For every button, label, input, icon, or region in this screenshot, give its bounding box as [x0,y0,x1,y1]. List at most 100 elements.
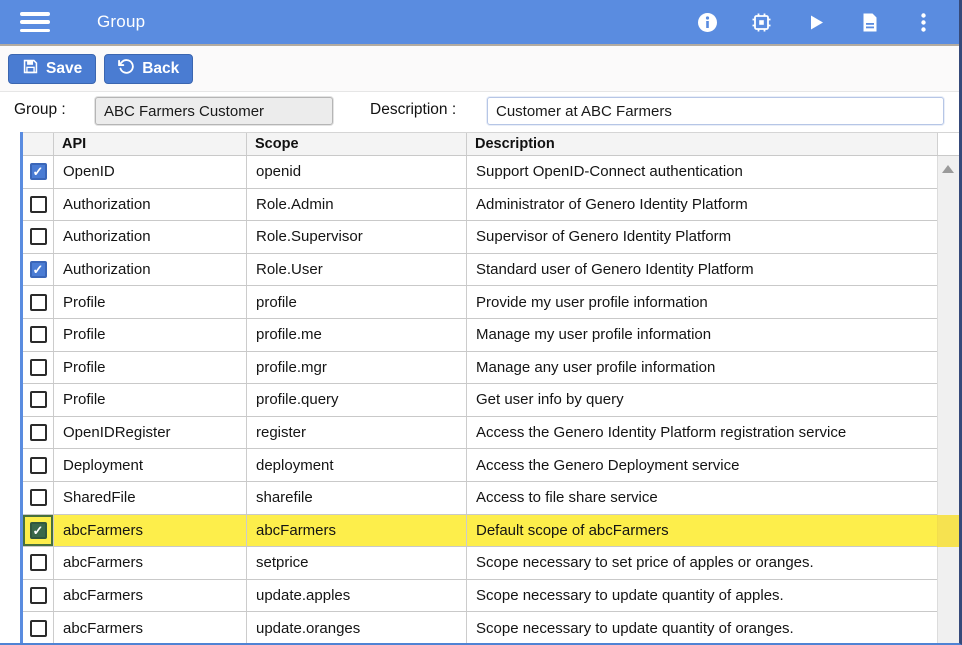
cell-scope: profile [246,286,466,318]
table-row[interactable]: SharedFile sharefile Access to file shar… [23,482,937,515]
checkbox-cell [23,580,53,612]
table-row[interactable]: ✓ abcFarmers abcFarmers Default scope of… [23,515,937,548]
page-title: Group [97,12,145,32]
checkbox-cell [23,482,53,514]
row-checkbox[interactable] [30,457,47,474]
cell-scope: deployment [246,449,466,481]
table-row[interactable]: ✓ OpenID openid Support OpenID-Connect a… [23,156,937,189]
group-input[interactable] [95,97,333,125]
cell-scope: setprice [246,547,466,579]
table-row[interactable]: abcFarmers update.apples Scope necessary… [23,580,937,613]
memory-chip-icon[interactable] [750,11,773,34]
cell-api: Authorization [53,189,246,221]
row-checkbox[interactable] [30,294,47,311]
cell-scope: sharefile [246,482,466,514]
table-row[interactable]: ✓ Authorization Role.User Standard user … [23,254,937,287]
row-checkbox[interactable]: ✓ [30,522,47,539]
cell-api: SharedFile [53,482,246,514]
cell-api: Deployment [53,449,246,481]
table-row[interactable]: Profile profile Provide my user profile … [23,286,937,319]
cell-api: Profile [53,319,246,351]
cell-description: Manage any user profile information [466,352,937,384]
table-row[interactable]: Authorization Role.Admin Administrator o… [23,189,937,222]
checkbox-cell: ✓ [23,254,53,286]
checkbox-cell [23,221,53,253]
menu-icon[interactable] [20,12,50,32]
back-button[interactable]: Back [104,54,193,84]
info-icon[interactable] [696,11,719,34]
column-header-api: API [53,133,246,155]
cell-api: Profile [53,352,246,384]
cell-scope: update.apples [246,580,466,612]
column-header-scope: Scope [246,133,466,155]
cell-description: Support OpenID-Connect authentication [466,156,937,188]
row-checkbox[interactable] [30,391,47,408]
cell-scope: profile.me [246,319,466,351]
document-icon[interactable] [858,11,881,34]
row-checkbox[interactable] [30,489,47,506]
description-field-label: Description : [370,101,456,119]
cell-description: Access the Genero Deployment service [466,449,937,481]
undo-icon [118,58,135,80]
cell-api: Profile [53,286,246,318]
description-input[interactable] [487,97,944,125]
row-checkbox[interactable] [30,228,47,245]
checkbox-cell [23,352,53,384]
checkbox-cell [23,189,53,221]
table-row[interactable]: abcFarmers update.oranges Scope necessar… [23,612,937,643]
cell-scope: Role.Supervisor [246,221,466,253]
checkbox-cell [23,449,53,481]
cell-description: Supervisor of Genero Identity Platform [466,221,937,253]
vertical-scrollbar[interactable] [937,156,959,643]
cell-description: Manage my user profile information [466,319,937,351]
table-row[interactable]: Profile profile.mgr Manage any user prof… [23,352,937,385]
back-button-label: Back [142,60,179,78]
table-row[interactable]: Profile profile.query Get user info by q… [23,384,937,417]
scrollbar-header-cap [937,133,959,155]
toolbar: Save Back [0,46,959,92]
row-checkbox[interactable] [30,424,47,441]
app-bar-actions [696,11,959,34]
cell-api: OpenIDRegister [53,417,246,449]
cell-description: Provide my user profile information [466,286,937,318]
save-button[interactable]: Save [8,54,96,84]
row-checkbox[interactable]: ✓ [30,261,47,278]
table-row[interactable]: Deployment deployment Access the Genero … [23,449,937,482]
save-button-label: Save [46,60,82,78]
cell-scope: register [246,417,466,449]
play-icon[interactable] [804,11,827,34]
row-checkbox[interactable] [30,196,47,213]
row-checkbox[interactable] [30,620,47,637]
cell-description: Get user info by query [466,384,937,416]
cell-description: Access to file share service [466,482,937,514]
scroll-up-arrow-icon[interactable] [942,165,954,173]
row-checkbox[interactable] [30,587,47,604]
group-editor-window: Group [0,0,962,645]
row-checkbox[interactable]: ✓ [30,163,47,180]
cell-scope: profile.mgr [246,352,466,384]
row-checkbox[interactable] [30,554,47,571]
table-header-row: API Scope Description [23,132,959,156]
table-body: ✓ OpenID openid Support OpenID-Connect a… [23,156,937,643]
cell-api: Authorization [53,254,246,286]
cell-description: Administrator of Genero Identity Platfor… [466,189,937,221]
group-field-label: Group : [14,101,66,119]
row-checkbox[interactable] [30,326,47,343]
row-checkbox[interactable] [30,359,47,376]
cell-description: Default scope of abcFarmers [466,515,937,547]
checkbox-cell: ✓ [23,515,53,547]
table-row[interactable]: abcFarmers setprice Scope necessary to s… [23,547,937,580]
cell-api: Authorization [53,221,246,253]
cell-description: Access the Genero Identity Platform regi… [466,417,937,449]
table-row[interactable]: Authorization Role.Supervisor Supervisor… [23,221,937,254]
checkbox-cell [23,384,53,416]
cell-description: Scope necessary to update quantity of ap… [466,580,937,612]
cell-api: abcFarmers [53,515,246,547]
cell-scope: Role.User [246,254,466,286]
checkbox-cell [23,547,53,579]
more-vertical-icon[interactable] [912,11,935,34]
table-row[interactable]: Profile profile.me Manage my user profil… [23,319,937,352]
column-header-description: Description [466,133,937,155]
cell-description: Scope necessary to set price of apples o… [466,547,937,579]
table-row[interactable]: OpenIDRegister register Access the Gener… [23,417,937,450]
